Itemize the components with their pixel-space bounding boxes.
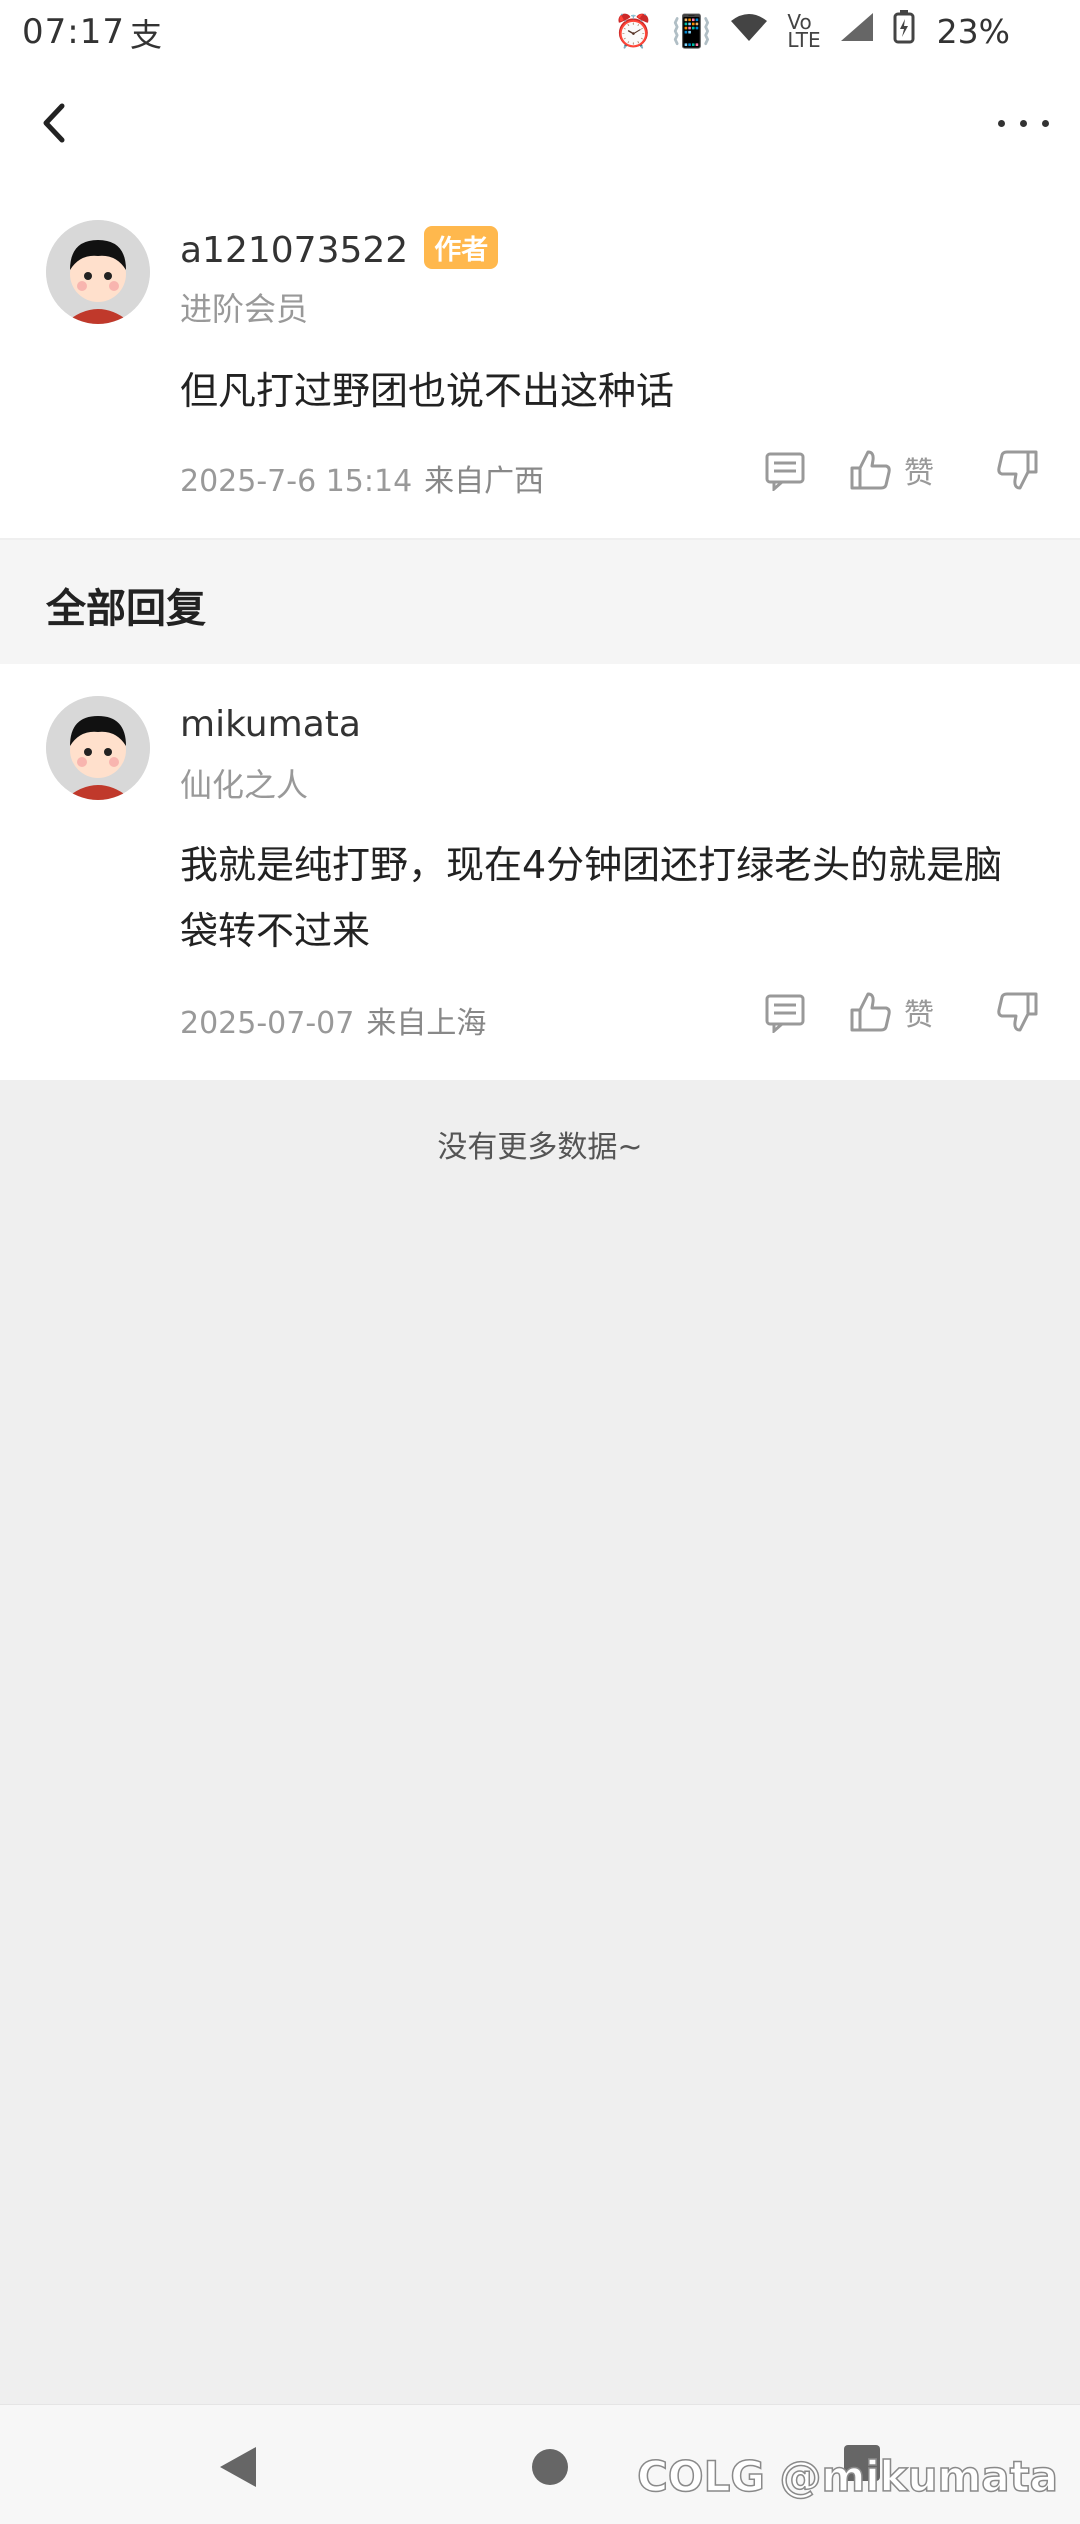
post-date: 2025-7-6 15:14 xyxy=(180,464,413,499)
signal-icon xyxy=(839,11,875,51)
wifi-icon xyxy=(729,11,769,51)
post-actions: 赞 xyxy=(764,448,1040,492)
status-icons: ⏰ 📳 Vo LTE 23% xyxy=(614,10,1010,52)
thumbs-down-icon xyxy=(997,992,1038,1032)
vibrate-icon: 📳 xyxy=(671,12,712,50)
replies-section-header: 全部回复 xyxy=(0,540,1080,664)
more-options-button[interactable] xyxy=(994,108,1054,138)
comment-icon xyxy=(765,994,805,1033)
reply-actions: 赞 xyxy=(764,990,1040,1034)
post-author[interactable]: a121073522 作者 xyxy=(180,226,499,271)
dislike-button[interactable] xyxy=(996,448,1040,492)
alarm-icon: ⏰ xyxy=(613,12,654,50)
reply-username[interactable]: mikumata xyxy=(180,704,361,745)
like-label: 赞 xyxy=(904,456,934,491)
post-username[interactable]: a121073522 xyxy=(180,230,408,271)
alipay-notification-icon: 支 xyxy=(130,16,163,54)
post-content: 但凡打过野团也说不出这种话 xyxy=(180,369,675,413)
reply-meta: 2025-07-07 来自上海 xyxy=(180,998,486,1042)
comment-icon xyxy=(765,452,805,491)
reply-date: 2025-07-07 xyxy=(180,1006,355,1041)
avatar[interactable] xyxy=(46,696,150,800)
battery-percent: 23% xyxy=(936,11,1010,51)
reply-location: 来自上海 xyxy=(366,1006,487,1041)
battery-icon xyxy=(893,10,915,52)
watermark: COLG @mikumata xyxy=(636,2451,1058,2502)
like-button[interactable]: 赞 xyxy=(848,448,934,492)
dislike-button[interactable] xyxy=(996,990,1040,1034)
post-location: 来自广西 xyxy=(424,464,545,499)
author-badge: 作者 xyxy=(424,226,499,269)
status-time: 07:17 xyxy=(22,12,125,52)
comment-button[interactable] xyxy=(764,991,806,1033)
system-home-button[interactable] xyxy=(532,2449,568,2485)
thumbs-down-icon xyxy=(997,450,1038,490)
comment-button[interactable] xyxy=(764,449,806,491)
post-meta: 2025-7-6 15:14 来自广西 xyxy=(180,456,544,500)
back-button[interactable] xyxy=(34,98,74,148)
thumbs-up-icon xyxy=(850,992,891,1032)
volte-icon: Vo LTE xyxy=(787,10,821,52)
thumbs-up-icon xyxy=(850,450,891,490)
like-button[interactable]: 赞 xyxy=(848,990,934,1034)
top-navbar xyxy=(0,64,1080,184)
reply-content: 我就是纯打野，现在4分钟团还打绿老头的就是脑袋转不过来 xyxy=(180,843,1003,953)
user-level: 仙化之人 xyxy=(180,766,309,804)
chevron-left-icon xyxy=(43,103,65,143)
section-title: 全部回复 xyxy=(46,586,206,632)
no-more-data-text: 没有更多数据~ xyxy=(437,1130,643,1165)
like-label: 赞 xyxy=(904,998,934,1033)
status-bar: 07:17 支 ⏰ 📳 Vo LTE 23% xyxy=(0,0,1080,64)
reply-card: mikumata 仙化之人 我就是纯打野，现在4分钟团还打绿老头的就是脑袋转不过… xyxy=(0,664,1080,1080)
post-card: a121073522 作者 进阶会员 但凡打过野团也说不出这种话 2025-7-6… xyxy=(0,184,1080,538)
avatar[interactable] xyxy=(46,220,150,324)
user-level: 进阶会员 xyxy=(180,290,309,328)
triangle-back-icon xyxy=(220,2447,256,2487)
system-back-button[interactable] xyxy=(218,2445,258,2493)
